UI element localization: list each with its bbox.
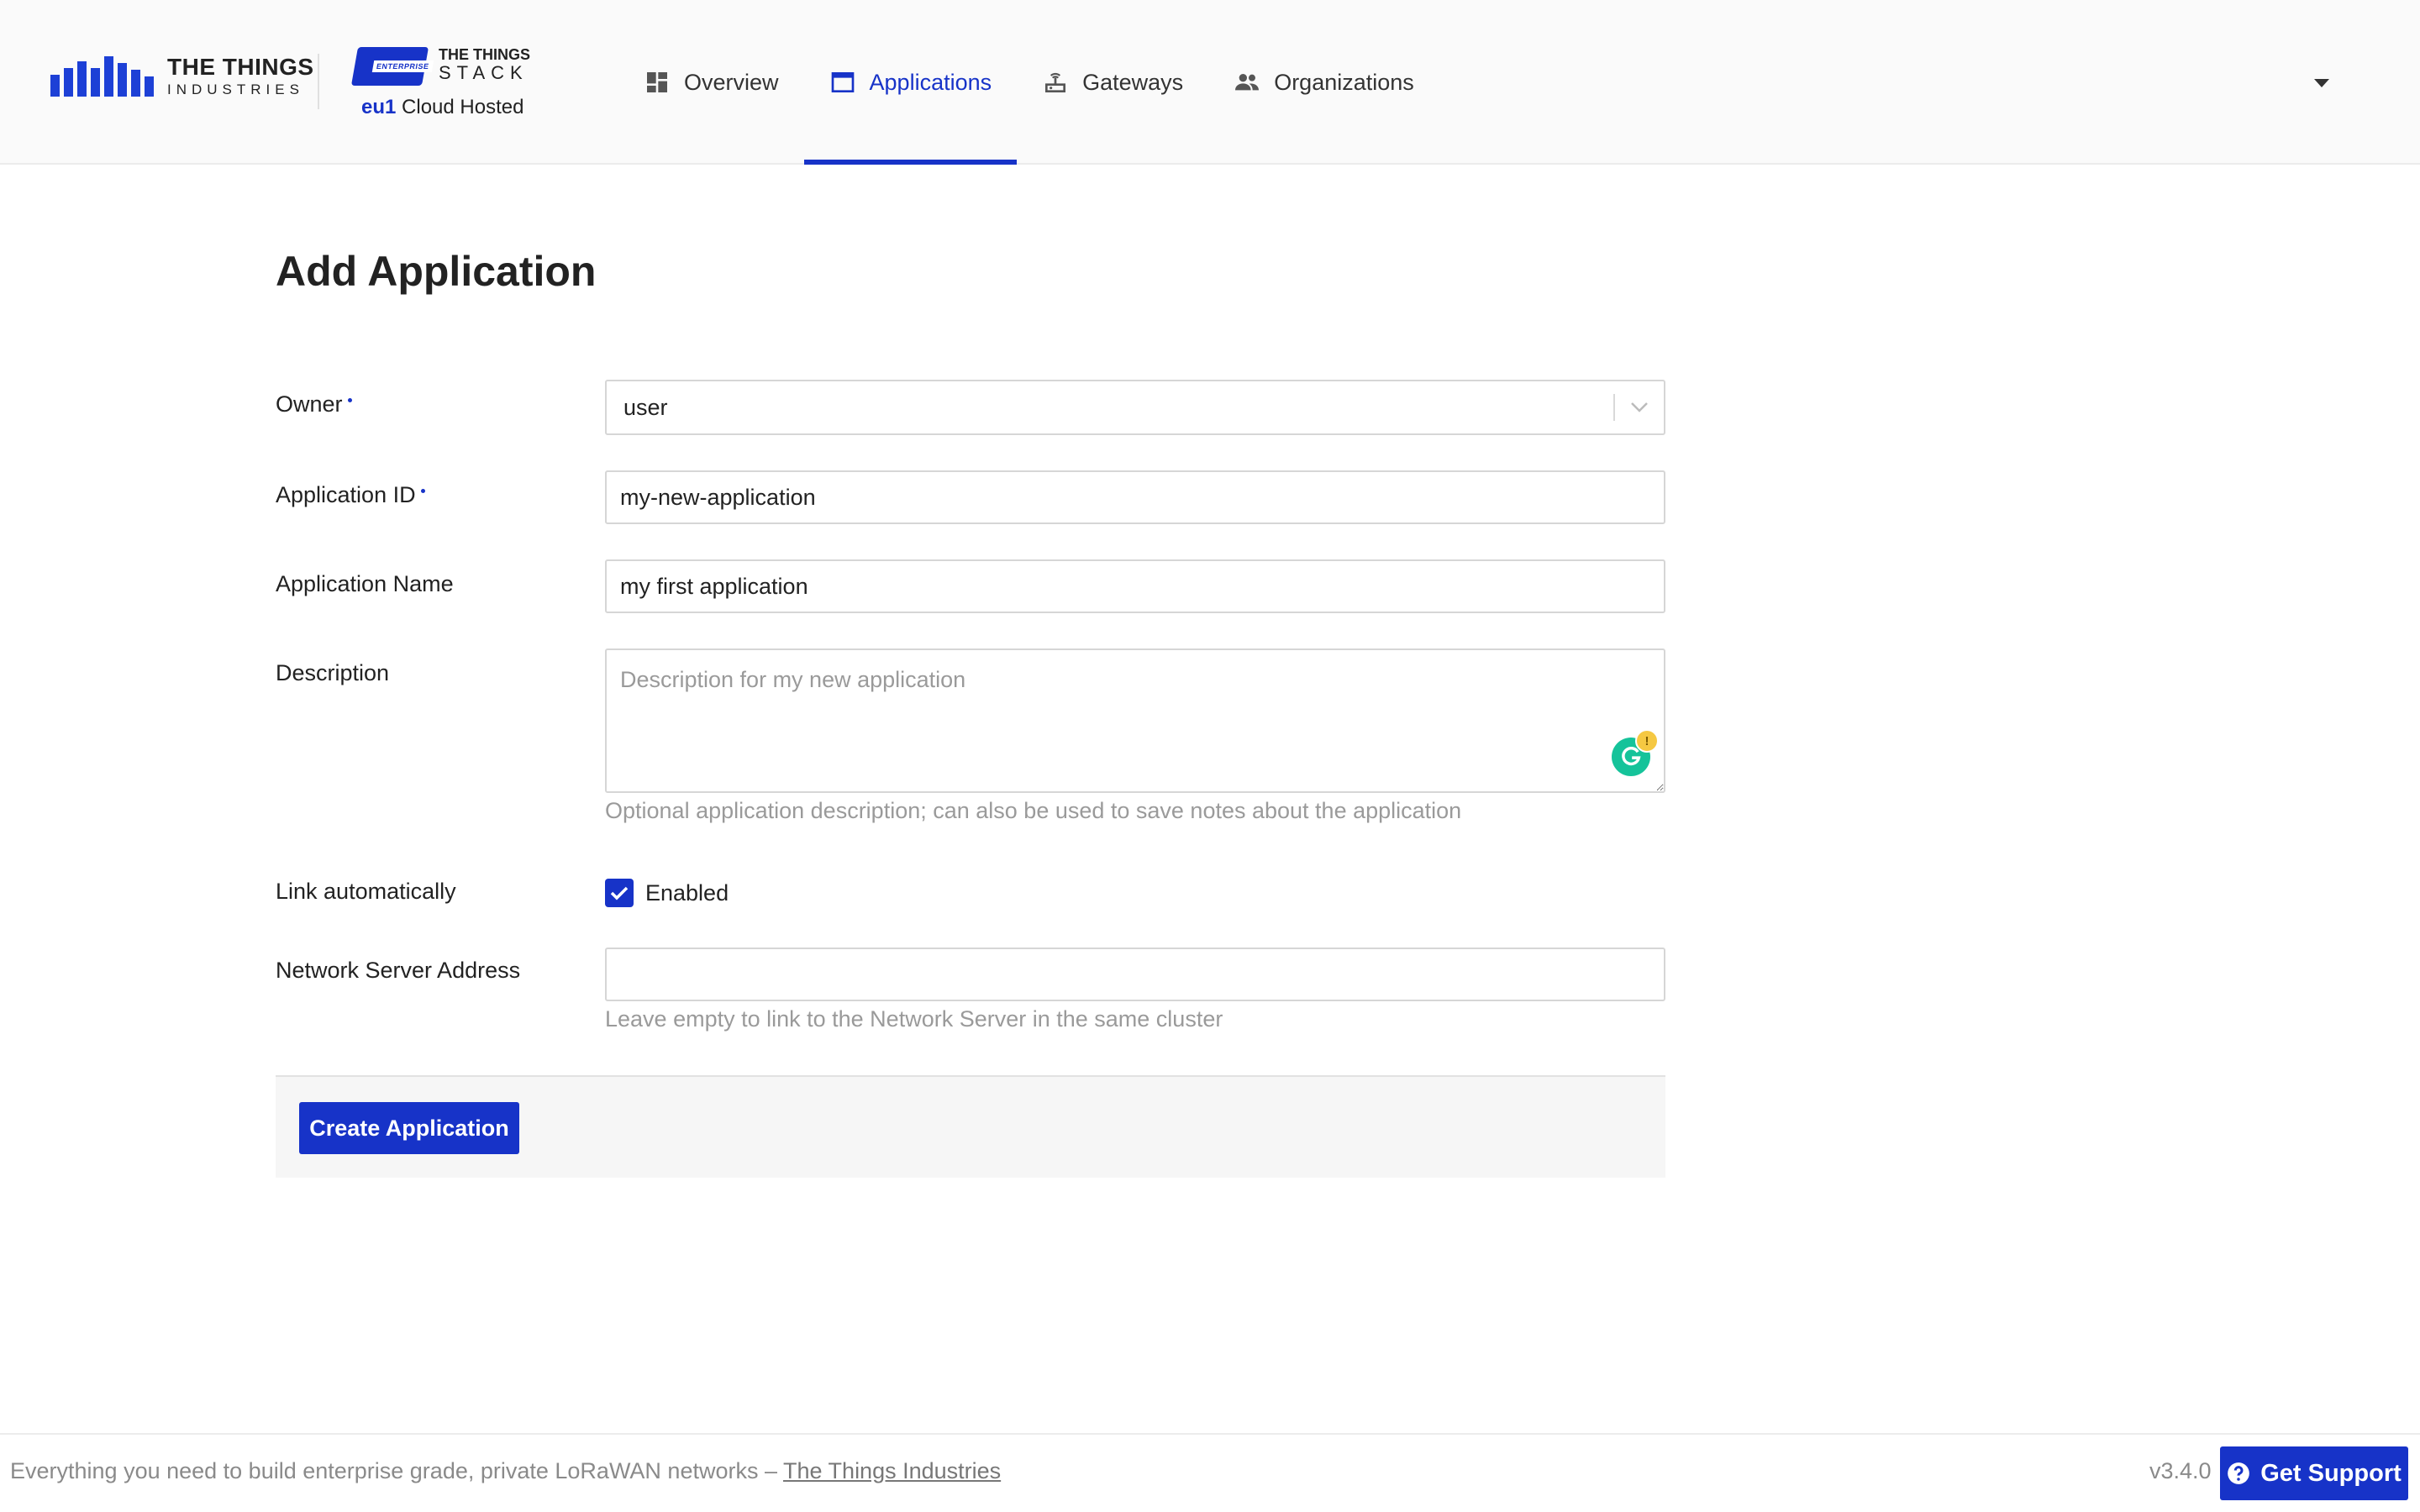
dashboard-icon bbox=[647, 72, 667, 92]
description-label: Description bbox=[276, 660, 390, 685]
owner-select[interactable]: user bbox=[605, 380, 1665, 435]
application-id-input[interactable] bbox=[605, 470, 1665, 524]
main-nav: Overview Applications Gateways Organizat… bbox=[618, 0, 1439, 165]
product-name-line1: THE THINGS bbox=[439, 46, 531, 63]
page-title: Add Application bbox=[276, 248, 597, 295]
nav-label-overview: Overview bbox=[684, 69, 779, 95]
form-submit-bar: Create Application bbox=[276, 1075, 1665, 1178]
description-hint: Optional application description; can al… bbox=[605, 798, 1462, 823]
enterprise-badge: ENTERPRISE bbox=[371, 60, 434, 72]
version-label: v3.4.0 bbox=[2149, 1458, 2212, 1483]
owner-selected-value: user bbox=[623, 394, 668, 420]
nav-item-overview[interactable]: Overview bbox=[618, 0, 804, 165]
the-things-industries-logo[interactable]: THE THINGS INDUSTRIES bbox=[50, 55, 314, 97]
network-server-address-label: Network Server Address bbox=[276, 958, 521, 983]
caret-down-icon bbox=[2314, 79, 2329, 87]
footer-tagline: Everything you need to build enterprise … bbox=[10, 1458, 1001, 1484]
required-indicator bbox=[420, 489, 425, 493]
required-indicator bbox=[347, 398, 352, 402]
network-server-address-hint: Leave empty to link to the Network Serve… bbox=[605, 1006, 1223, 1032]
nav-item-organizations[interactable]: Organizations bbox=[1208, 0, 1439, 165]
logo-divider bbox=[318, 54, 319, 109]
create-application-button[interactable]: Create Application bbox=[299, 1102, 519, 1154]
nav-label-organizations: Organizations bbox=[1274, 69, 1414, 95]
checkmark-icon bbox=[610, 886, 629, 900]
get-support-button[interactable]: Get Support bbox=[2220, 1446, 2408, 1500]
top-header: THE THINGS INDUSTRIES ENTERPRISE THE THI… bbox=[0, 0, 2420, 165]
user-menu-dropdown[interactable] bbox=[2309, 71, 2334, 96]
gateway-router-icon bbox=[1045, 72, 1066, 92]
nav-item-gateways[interactable]: Gateways bbox=[1017, 0, 1208, 165]
people-icon bbox=[1235, 74, 1260, 91]
cluster-hosting: Cloud Hosted bbox=[402, 96, 524, 118]
link-automatically-label: Link automatically bbox=[276, 879, 456, 904]
nav-item-applications[interactable]: Applications bbox=[803, 0, 1018, 165]
grammarly-icon[interactable]: ! bbox=[1612, 729, 1659, 776]
company-name-line2: INDUSTRIES bbox=[167, 81, 304, 97]
application-id-label: Application ID bbox=[276, 482, 425, 508]
stack-flag-icon: ENTERPRISE bbox=[350, 47, 434, 86]
owner-label: Owner bbox=[276, 391, 352, 417]
application-name-input[interactable] bbox=[605, 559, 1665, 613]
tti-bars-icon bbox=[50, 55, 154, 97]
nav-label-gateways: Gateways bbox=[1082, 69, 1184, 95]
description-textarea[interactable] bbox=[605, 648, 1665, 793]
nav-label-applications: Applications bbox=[869, 69, 992, 95]
grammarly-alert-icon: ! bbox=[1635, 729, 1659, 753]
question-icon bbox=[2228, 1462, 2250, 1484]
chevron-down-icon[interactable] bbox=[1615, 402, 1664, 413]
get-support-label: Get Support bbox=[2260, 1459, 2402, 1487]
application-window-icon bbox=[831, 72, 854, 92]
link-automatically-checkbox[interactable] bbox=[605, 879, 634, 907]
application-name-label: Application Name bbox=[276, 571, 454, 596]
network-server-address-input[interactable] bbox=[605, 948, 1665, 1001]
company-name-line1: THE THINGS bbox=[167, 54, 314, 80]
cluster-label: eu1 Cloud Hosted bbox=[361, 96, 523, 119]
the-things-industries-link[interactable]: The Things Industries bbox=[783, 1458, 1001, 1483]
footer-tagline-text: Everything you need to build enterprise … bbox=[10, 1458, 777, 1483]
product-name-line2: STACK bbox=[439, 62, 529, 83]
cluster-id: eu1 bbox=[361, 96, 397, 118]
link-enabled-label[interactable]: Enabled bbox=[645, 879, 729, 907]
footer: Everything you need to build enterprise … bbox=[0, 1433, 2420, 1512]
